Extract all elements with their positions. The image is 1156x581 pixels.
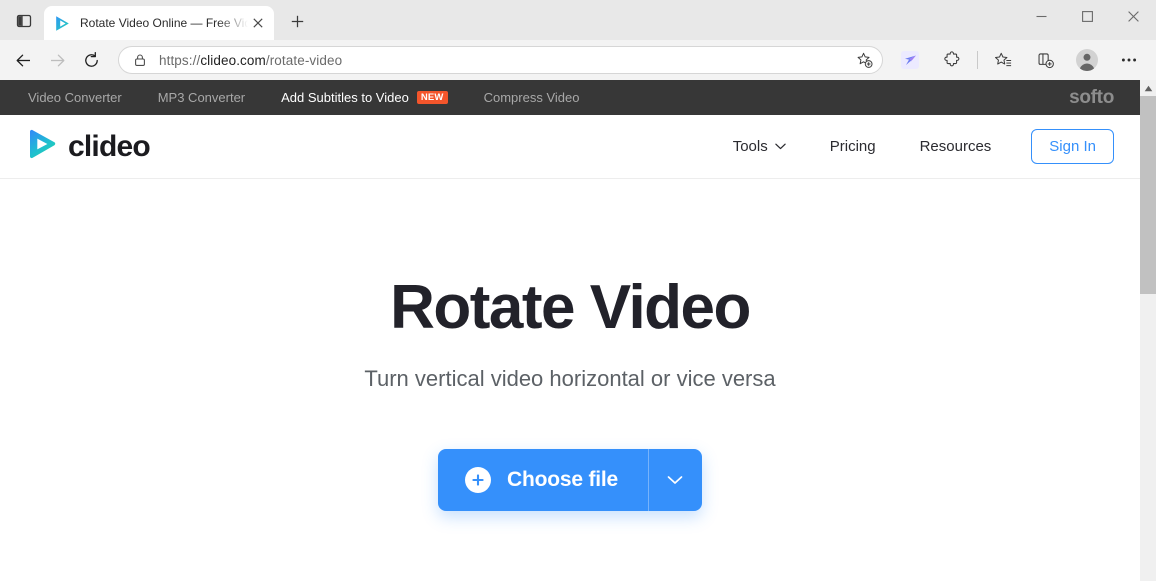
brand-name: clideo bbox=[68, 129, 151, 163]
clideo-play-logo-icon bbox=[26, 128, 58, 165]
choose-file-cta[interactable]: Choose file bbox=[438, 449, 702, 512]
tab-actions-button[interactable] bbox=[6, 5, 42, 37]
back-button[interactable] bbox=[6, 44, 40, 76]
extension-bird-icon bbox=[901, 51, 919, 69]
collections-button[interactable] bbox=[1029, 44, 1061, 76]
new-badge: NEW bbox=[416, 90, 448, 105]
nav-item-tools[interactable]: Tools bbox=[711, 138, 808, 155]
header-nav: Tools Pricing Resources Sign In bbox=[711, 129, 1114, 164]
add-favorite-button[interactable] bbox=[850, 47, 878, 73]
cta-wrapper: Choose file bbox=[0, 449, 1140, 512]
browser-tab[interactable]: Rotate Video Online — Free Video Rotator bbox=[44, 6, 274, 40]
plus-icon bbox=[291, 15, 303, 27]
add-favorite-star-icon bbox=[857, 52, 873, 68]
maximize-icon bbox=[1081, 10, 1093, 22]
choose-file-dropdown-button[interactable] bbox=[647, 449, 702, 512]
softo-link-add-subtitles-label: Add Subtitles to Video bbox=[281, 90, 409, 105]
refresh-icon bbox=[84, 51, 98, 67]
scrollbar-track[interactable] bbox=[1140, 96, 1156, 581]
extension-bird-button[interactable] bbox=[894, 44, 926, 76]
browser-toolbar: https://clideo.com/rotate-video bbox=[0, 40, 1156, 80]
url-scheme: https:// bbox=[159, 52, 201, 68]
url-host: clideo.com bbox=[200, 52, 266, 68]
page-subtitle: Turn vertical video horizontal or vice v… bbox=[364, 366, 776, 392]
minimize-button[interactable] bbox=[1018, 0, 1064, 32]
refresh-button[interactable] bbox=[74, 44, 108, 76]
choose-file-button[interactable]: Choose file bbox=[438, 449, 648, 511]
nav-item-tools-label: Tools bbox=[732, 138, 768, 155]
url-path: /rotate-video bbox=[265, 52, 343, 68]
site-header: clideo Tools Pricing Resources Sign In bbox=[0, 115, 1140, 179]
tab-close-button[interactable] bbox=[248, 13, 268, 33]
collections-icon bbox=[1038, 52, 1054, 68]
clideo-brand-link[interactable]: clideo bbox=[26, 128, 151, 165]
nav-item-pricing[interactable]: Pricing bbox=[808, 138, 898, 155]
choose-file-label: Choose file bbox=[507, 468, 618, 492]
scrollbar-thumb[interactable] bbox=[1140, 96, 1156, 294]
close-icon bbox=[1127, 10, 1139, 22]
url-text: https://clideo.com/rotate-video bbox=[159, 53, 850, 68]
scroll-up-arrow-icon bbox=[1144, 85, 1152, 91]
softo-link-add-subtitles[interactable]: Add Subtitles to Video NEW bbox=[281, 90, 448, 105]
page-viewport: Video Converter MP3 Converter Add Subtit… bbox=[0, 80, 1156, 581]
close-icon bbox=[253, 18, 263, 28]
forward-button[interactable] bbox=[40, 44, 74, 76]
favorites-star-list-icon bbox=[994, 52, 1011, 66]
profile-button[interactable] bbox=[1071, 44, 1103, 76]
window-controls bbox=[1018, 0, 1156, 32]
hero-section: Rotate Video Turn vertical video horizon… bbox=[0, 179, 1140, 512]
softo-top-bar: Video Converter MP3 Converter Add Subtit… bbox=[0, 80, 1140, 115]
softo-link-mp3-converter[interactable]: MP3 Converter bbox=[158, 90, 245, 105]
more-options-icon bbox=[1121, 58, 1137, 62]
favorites-button[interactable] bbox=[987, 44, 1019, 76]
extensions-button[interactable] bbox=[936, 44, 968, 76]
clideo-play-icon bbox=[54, 15, 71, 32]
clideo-page: Video Converter MP3 Converter Add Subtit… bbox=[0, 80, 1140, 581]
maximize-button[interactable] bbox=[1064, 0, 1110, 32]
back-arrow-icon bbox=[16, 54, 30, 66]
address-bar[interactable]: https://clideo.com/rotate-video bbox=[118, 46, 883, 74]
new-tab-button[interactable] bbox=[282, 6, 312, 36]
lock-icon bbox=[131, 51, 149, 69]
softo-logo[interactable]: softo bbox=[1069, 87, 1114, 109]
nav-item-resources[interactable]: Resources bbox=[898, 138, 1014, 155]
chevron-down-icon bbox=[668, 476, 683, 484]
page-scrollbar[interactable] bbox=[1140, 80, 1156, 581]
softo-link-video-converter[interactable]: Video Converter bbox=[28, 90, 122, 105]
plus-circle-icon bbox=[465, 467, 491, 494]
settings-more-button[interactable] bbox=[1113, 44, 1145, 76]
scroll-up-button[interactable] bbox=[1140, 80, 1156, 96]
profile-avatar-icon bbox=[1076, 49, 1098, 71]
forward-arrow-icon bbox=[50, 54, 64, 66]
sign-in-button[interactable]: Sign In bbox=[1031, 129, 1114, 164]
chevron-down-icon bbox=[775, 143, 786, 150]
close-window-button[interactable] bbox=[1110, 0, 1156, 32]
minimize-icon bbox=[1036, 15, 1046, 17]
extensions-puzzle-icon bbox=[943, 50, 959, 66]
tab-strip: Rotate Video Online — Free Video Rotator bbox=[0, 0, 1156, 40]
browser-window: Rotate Video Online — Free Video Rotator bbox=[0, 0, 1156, 581]
vertical-tabs-icon bbox=[16, 14, 32, 28]
toolbar-divider bbox=[977, 51, 978, 69]
softo-link-compress-video[interactable]: Compress Video bbox=[484, 90, 580, 105]
tab-title: Rotate Video Online — Free Video Rotator bbox=[80, 16, 248, 30]
page-title: Rotate Video bbox=[390, 273, 751, 342]
